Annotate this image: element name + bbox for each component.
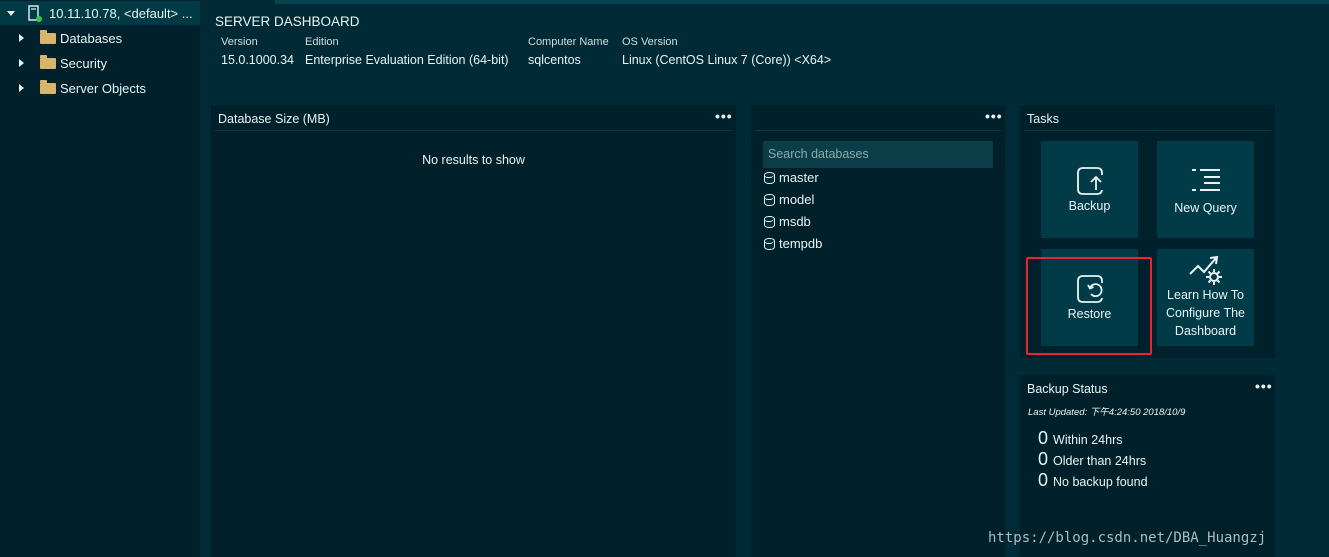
prop-label: Edition: [305, 36, 339, 48]
database-name: msdb: [779, 214, 811, 229]
search-databases-input[interactable]: Search databases: [763, 141, 993, 168]
stat-label: Within 24hrs: [1053, 433, 1123, 447]
stat-within-24hrs: 0 Within 24hrs: [1038, 428, 1123, 449]
database-size-panel: Database Size (MB) ••• No results to sho…: [211, 105, 736, 557]
database-name: model: [779, 192, 815, 207]
stat-count: 0: [1038, 428, 1049, 448]
prop-computer-name: Computer Name sqlcentos: [528, 36, 609, 67]
divider: [1024, 130, 1271, 131]
server-icon: [28, 4, 42, 22]
database-name: master: [779, 170, 819, 185]
panel-title: Backup Status: [1027, 382, 1108, 396]
list-item-master[interactable]: master: [764, 170, 819, 185]
collapse-arrow-icon[interactable]: [19, 59, 24, 67]
tree-item-server-objects[interactable]: Server Objects: [0, 76, 200, 100]
stat-label: Older than 24hrs: [1053, 454, 1147, 468]
divider: [215, 130, 732, 131]
prop-label: OS Version: [622, 36, 678, 48]
configure-dashboard-button[interactable]: Learn How To Configure The Dashboard: [1157, 249, 1254, 346]
backup-icon: [1076, 167, 1103, 195]
list-item-msdb[interactable]: msdb: [764, 214, 811, 229]
folder-icon: [40, 54, 56, 69]
highlight-box: [1026, 257, 1152, 355]
watermark: https://blog.csdn.net/DBA_Huangzj: [988, 530, 1267, 546]
object-explorer: 10.11.10.78, <default> ... Databases Sec…: [0, 0, 200, 557]
collapse-arrow-icon[interactable]: [19, 84, 24, 92]
database-icon: [764, 193, 775, 206]
new-query-button[interactable]: New Query: [1157, 141, 1254, 238]
new-query-icon: [1191, 169, 1220, 191]
empty-message: No results to show: [422, 153, 525, 167]
prop-edition: Edition Enterprise Evaluation Edition (6…: [305, 36, 509, 67]
panel-title: Tasks: [1027, 112, 1059, 126]
tree-item-label: Databases: [60, 30, 123, 46]
database-icon: [764, 215, 775, 228]
prop-value: sqlcentos: [528, 53, 581, 67]
tree-item-databases[interactable]: Databases: [0, 26, 200, 50]
stat-older-than-24hrs: 0 Older than 24hrs: [1038, 449, 1146, 470]
collapse-arrow-icon[interactable]: [19, 34, 24, 42]
more-options-icon[interactable]: •••: [715, 108, 733, 124]
tree-item-server[interactable]: 10.11.10.78, <default> ...: [0, 1, 200, 25]
database-icon: [764, 237, 775, 250]
tree-item-label: Security: [60, 55, 107, 71]
prop-label: Computer Name: [528, 36, 609, 48]
database-icon: [764, 171, 775, 184]
stat-no-backup-found: 0 No backup found: [1038, 470, 1148, 491]
tab-strip: [275, 0, 1329, 4]
prop-version: Version 15.0.1000.34: [221, 36, 294, 67]
tree-item-security[interactable]: Security: [0, 51, 200, 75]
expand-arrow-icon[interactable]: [7, 10, 15, 16]
page-title: SERVER DASHBOARD: [215, 14, 360, 29]
tile-label: New Query: [1174, 201, 1237, 215]
configure-icon: [1188, 255, 1222, 285]
stat-label: No backup found: [1053, 475, 1148, 489]
list-item-tempdb[interactable]: tempdb: [764, 236, 822, 251]
tree-item-label: Server Objects: [60, 80, 146, 96]
prop-value: 15.0.1000.34: [221, 53, 294, 67]
more-options-icon[interactable]: •••: [1255, 378, 1273, 394]
database-name: tempdb: [779, 236, 823, 251]
tree-server-label: 10.11.10.78, <default> ...: [49, 5, 193, 21]
tile-label: Learn How To Configure The Dashboard: [1166, 288, 1245, 338]
prop-value: Enterprise Evaluation Edition (64-bit): [305, 53, 509, 67]
stat-count: 0: [1038, 449, 1049, 469]
panel-title: Database Size (MB): [218, 112, 330, 126]
prop-value: Linux (CentOS Linux 7 (Core)) <X64>: [622, 53, 832, 67]
divider: [755, 130, 1001, 131]
folder-icon: [40, 29, 56, 44]
tile-label: Backup: [1068, 199, 1111, 213]
backup-button[interactable]: Backup: [1041, 141, 1138, 238]
prop-os-version: OS Version Linux (CentOS Linux 7 (Core))…: [622, 36, 831, 67]
prop-label: Version: [221, 36, 258, 48]
stat-count: 0: [1038, 470, 1049, 490]
folder-icon: [40, 79, 56, 94]
list-item-model[interactable]: model: [764, 192, 814, 207]
last-updated: Last Updated: 下午4:24:50 2018/10/9: [1028, 407, 1186, 418]
more-options-icon[interactable]: •••: [985, 108, 1003, 124]
